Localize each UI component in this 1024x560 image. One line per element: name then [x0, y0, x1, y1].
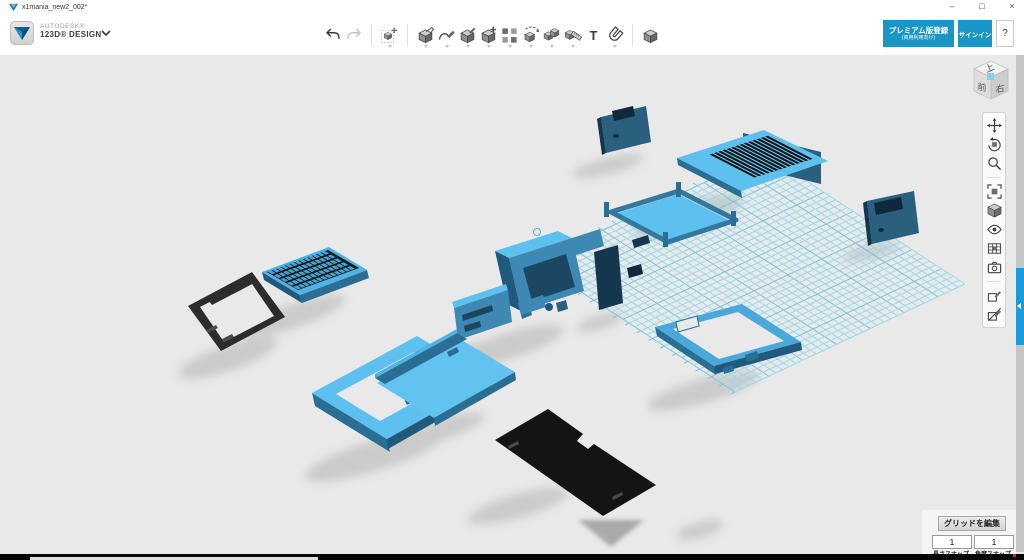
screenshot-icon[interactable] — [984, 258, 1004, 277]
view-cube-front-label[interactable]: 前 — [977, 81, 986, 94]
part-rear-frame[interactable] — [604, 182, 736, 248]
length-snap-input[interactable] — [932, 535, 972, 549]
material-grid-icon[interactable] — [984, 239, 1004, 258]
help-button[interactable]: ? — [996, 20, 1014, 47]
right-panel-handle[interactable] — [1016, 268, 1024, 345]
sketch-icon[interactable] — [436, 22, 457, 48]
brand-product: 123D® DESIGN — [40, 30, 102, 39]
123d-logo-icon — [10, 21, 34, 45]
close-button[interactable]: × — [1000, 0, 1024, 13]
view-cube-right-label[interactable]: 右 — [995, 82, 1004, 95]
bottom-panel-toggle[interactable] — [578, 520, 644, 547]
part-small-panel[interactable] — [452, 284, 512, 340]
combine-icon[interactable] — [541, 22, 562, 48]
grouping-icon[interactable] — [520, 22, 541, 48]
document-tab[interactable]: x1mania_new2_002* — [3, 1, 93, 13]
minimize-button[interactable]: – — [940, 0, 964, 13]
construct-icon[interactable] — [457, 22, 478, 48]
insert-icon[interactable] — [379, 22, 400, 48]
grid-settings-panel: グリッドを編集 長さスナップ 角度スナップ — [922, 510, 1016, 554]
maximize-button[interactable]: □ — [970, 0, 994, 13]
view-toolbar — [982, 112, 1006, 328]
undo-icon[interactable] — [322, 22, 343, 48]
primitives-icon[interactable] — [415, 22, 436, 48]
zoom-fit-icon[interactable] — [984, 182, 1004, 201]
edit-grid-button[interactable]: グリッドを編集 — [938, 516, 1006, 531]
main-toolbar: T — [322, 19, 661, 51]
measure-icon[interactable] — [562, 22, 583, 48]
material-icon[interactable] — [640, 22, 661, 48]
part-right-panel[interactable] — [863, 191, 919, 246]
pan-icon[interactable] — [984, 116, 1004, 135]
signin-button[interactable]: サインイン — [958, 20, 992, 47]
pattern-icon[interactable] — [499, 22, 520, 48]
header-bar: AUTODESK® 123D® DESIGN — [0, 14, 1024, 56]
taskbar-dot — [1013, 554, 1016, 557]
visibility-icon[interactable] — [984, 220, 1004, 239]
brand-text: AUTODESK® 123D® DESIGN — [40, 23, 102, 40]
app-icon — [9, 3, 18, 12]
app-window: x1mania_new2_002* – □ × AUTODESK® 123D® … — [0, 0, 1024, 560]
view-cube[interactable]: 上 前 右 — [966, 57, 1016, 105]
model-viewport[interactable] — [0, 55, 1024, 552]
hide-sketches-icon[interactable] — [984, 305, 1004, 324]
snap-icon[interactable] — [604, 22, 625, 48]
view-mode-icon[interactable] — [984, 201, 1004, 220]
window-titlebar: x1mania_new2_002* – □ × — [0, 0, 1024, 15]
redo-icon[interactable] — [343, 22, 364, 48]
part-top-panel[interactable] — [597, 106, 651, 155]
app-logo[interactable] — [10, 21, 34, 45]
tab-title: x1mania_new2_002* — [22, 4, 87, 11]
text-tool-icon[interactable]: T — [583, 22, 604, 48]
brand-autodesk: AUTODESK® — [40, 23, 102, 30]
angle-snap-input[interactable] — [974, 535, 1014, 549]
part-keyboard[interactable] — [262, 247, 369, 303]
zoom-icon[interactable] — [984, 154, 1004, 173]
premium-register-button[interactable]: プレミアム版登録 (商用利用向け) — [883, 20, 954, 47]
orbit-icon[interactable] — [984, 135, 1004, 154]
modify-icon[interactable] — [478, 22, 499, 48]
menu-chevron-icon[interactable] — [101, 30, 111, 37]
show-sketches-icon[interactable] — [984, 286, 1004, 305]
